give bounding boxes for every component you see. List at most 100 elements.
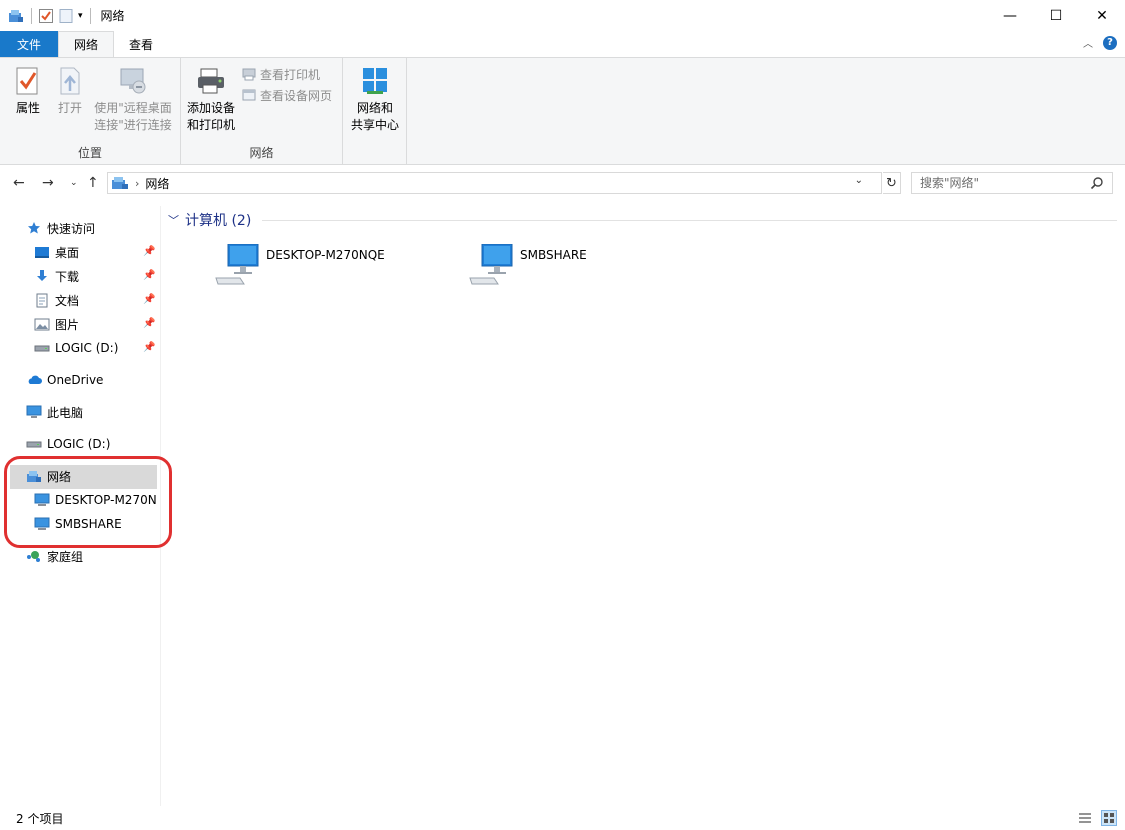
collapse-group-icon[interactable]: ﹀	[168, 212, 179, 228]
ribbon-group-network: 添加设备 和打印机 查看打印机 查看设备网页 网络	[181, 58, 343, 164]
nav-downloads[interactable]: 下载	[34, 265, 79, 287]
search-box[interactable]	[911, 172, 1113, 194]
computers-group-title: 计算机 (2)	[185, 213, 252, 229]
drive-icon	[26, 436, 42, 452]
computer-name: DESKTOP-M270NQE	[266, 248, 385, 262]
tab-view[interactable]: 查看	[114, 31, 168, 57]
pictures-icon	[34, 316, 50, 332]
homegroup-icon	[26, 548, 42, 564]
remote-desktop-icon	[117, 64, 149, 98]
recent-locations-icon[interactable]: ⌄	[70, 178, 78, 188]
ribbon-controls: ︿ ?	[1083, 35, 1117, 50]
nav-quick-access-label: 快速访问	[47, 221, 96, 236]
address-bar[interactable]: › 网络 ⌄	[107, 172, 882, 194]
pin-icon[interactable]: 📌	[143, 246, 155, 257]
computers-group-header[interactable]: ﹀ 计算机 (2)	[168, 210, 251, 230]
highlight-annotation	[4, 456, 172, 548]
breadcrumb-separator-icon[interactable]: ›	[135, 177, 139, 190]
search-input[interactable]	[920, 176, 1090, 190]
nav-logic-drive-quick[interactable]: LOGIC (D:)	[34, 337, 118, 359]
network-sharing-center-button[interactable]: 网络和 共享中心	[347, 64, 403, 134]
network-group-label: 网络	[249, 146, 274, 160]
help-icon[interactable]: ?	[1103, 35, 1117, 50]
up-icon[interactable]: ↑	[87, 175, 99, 191]
pin-icon[interactable]: 📌	[143, 342, 155, 353]
breadcrumb-network[interactable]: 网络	[145, 175, 169, 192]
view-printers-button[interactable]: 查看打印机	[241, 64, 320, 84]
minimize-button[interactable]: —	[987, 0, 1033, 31]
new-folder-icon[interactable]	[58, 8, 74, 24]
nav-homegroup[interactable]: 家庭组	[26, 545, 83, 567]
forward-icon[interactable]: →	[42, 175, 54, 191]
ribbon-tabs: 文件 网络 查看 ︿ ?	[0, 31, 1125, 57]
nav-quick-access[interactable]: 快速访问	[26, 217, 95, 239]
add-devices-label-1: 添加设备	[186, 101, 235, 115]
open-icon	[54, 64, 86, 98]
qat-separator-2	[89, 7, 91, 24]
ribbon: 属性 打开 使用"远程桌面 连接"进行连接 位置 添加设备 和打印机 查看打印机…	[0, 57, 1125, 165]
nav-downloads-label: 下载	[55, 269, 80, 284]
nav-logic-drive[interactable]: LOGIC (D:)	[26, 433, 110, 455]
open-button[interactable]: 打开	[53, 64, 87, 117]
nav-documents-label: 文档	[55, 293, 80, 308]
nav-documents[interactable]: 文档	[34, 289, 79, 311]
back-icon[interactable]: ←	[13, 175, 25, 191]
download-icon	[34, 268, 50, 284]
star-icon	[26, 220, 42, 236]
nav-this-pc[interactable]: 此电脑	[26, 401, 83, 423]
nav-homegroup-label: 家庭组	[47, 549, 84, 564]
remote-desktop-label-1: 使用"远程桌面	[94, 101, 172, 115]
nav-desktop-label: 桌面	[55, 245, 80, 260]
view-device-webpage-button[interactable]: 查看设备网页	[241, 85, 332, 105]
nav-this-pc-label: 此电脑	[47, 405, 84, 420]
view-printers-label: 查看打印机	[260, 67, 321, 82]
ribbon-group-location: 属性 打开 使用"远程桌面 连接"进行连接 位置	[0, 58, 181, 164]
network-sharing-label-1: 网络和	[356, 101, 393, 115]
nav-logic-drive-quick-label: LOGIC (D:)	[55, 341, 119, 355]
pin-icon[interactable]: 📌	[143, 318, 155, 329]
search-icon[interactable]	[1090, 176, 1104, 193]
nav-logic-drive-label: LOGIC (D:)	[47, 437, 111, 451]
pin-icon[interactable]: 📌	[143, 294, 155, 305]
properties-label: 属性	[15, 101, 40, 115]
customize-qat-icon[interactable]: ▾	[78, 11, 83, 21]
view-device-webpage-icon	[241, 87, 257, 103]
computer-icon	[214, 243, 260, 290]
remote-desktop-button[interactable]: 使用"远程桌面 连接"进行连接	[92, 64, 174, 134]
properties-button[interactable]: 属性	[10, 64, 46, 117]
remote-desktop-label-2: 连接"进行连接	[94, 118, 172, 132]
computer-name: SMBSHARE	[520, 248, 587, 262]
view-switcher	[1077, 810, 1117, 826]
view-printers-icon	[241, 66, 257, 82]
open-label: 打开	[57, 101, 82, 115]
maximize-button[interactable]: ☐	[1033, 0, 1079, 31]
ribbon-group-sharing: 网络和 共享中心	[343, 58, 407, 164]
computer-item[interactable]: DESKTOP-M270NQE	[214, 243, 385, 290]
drive-icon	[34, 340, 50, 356]
tab-file[interactable]: 文件	[0, 31, 59, 57]
view-device-webpage-label: 查看设备网页	[260, 88, 333, 103]
nav-pictures-label: 图片	[55, 317, 80, 332]
properties-check-icon[interactable]	[38, 8, 54, 24]
large-icons-view-icon[interactable]	[1101, 810, 1117, 826]
close-button[interactable]: ✕	[1079, 0, 1125, 31]
nav-desktop[interactable]: 桌面	[34, 241, 79, 263]
quick-access-toolbar: ▾ 网络	[0, 0, 125, 31]
nav-pictures[interactable]: 图片	[34, 313, 79, 335]
item-count: 2 个项目	[16, 811, 64, 826]
refresh-icon[interactable]: ↻	[883, 172, 901, 194]
group-divider	[262, 220, 1117, 221]
collapse-ribbon-icon[interactable]: ︿	[1083, 35, 1093, 50]
address-dropdown-icon[interactable]: ⌄	[855, 175, 863, 186]
add-devices-label-2: 和打印机	[186, 118, 235, 132]
add-devices-button[interactable]: 添加设备 和打印机	[185, 64, 237, 134]
pin-icon[interactable]: 📌	[143, 270, 155, 281]
network-location-icon	[111, 175, 129, 191]
nav-onedrive-label: OneDrive	[47, 373, 104, 387]
computer-item[interactable]: SMBSHARE	[468, 243, 587, 290]
cloud-icon	[26, 372, 42, 388]
details-view-icon[interactable]	[1077, 810, 1093, 826]
nav-onedrive[interactable]: OneDrive	[26, 369, 103, 391]
tab-network[interactable]: 网络	[58, 31, 115, 57]
computer-icon	[468, 243, 514, 290]
